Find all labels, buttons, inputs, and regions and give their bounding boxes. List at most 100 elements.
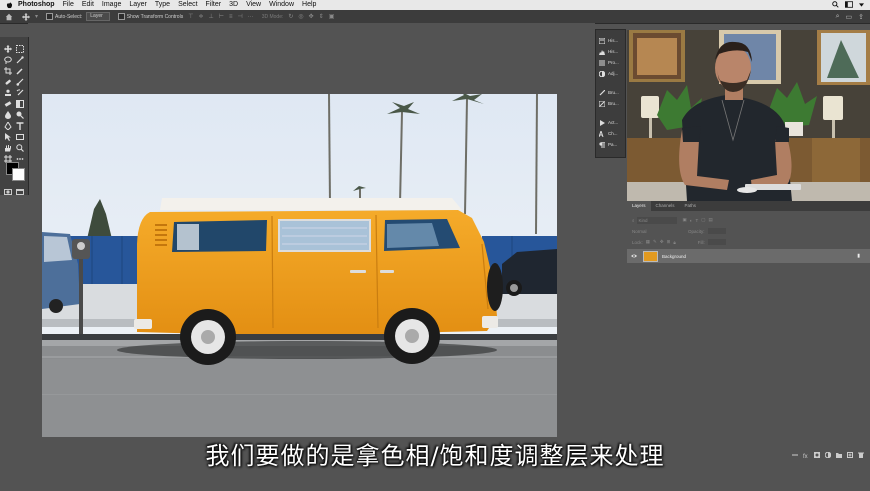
menu-select[interactable]: Select bbox=[178, 0, 197, 10]
dodge-tool-icon[interactable] bbox=[16, 106, 24, 119]
move-tool-icon[interactable] bbox=[4, 40, 12, 53]
more-tools-icon[interactable] bbox=[16, 150, 24, 160]
search-tool-icon[interactable]: ⌕ bbox=[836, 13, 840, 21]
tab-paths[interactable]: Paths bbox=[680, 201, 702, 211]
home-icon[interactable] bbox=[5, 13, 13, 21]
workspace-menu-icon[interactable] bbox=[859, 2, 864, 9]
search-icon[interactable] bbox=[832, 0, 839, 10]
move-tool-icon[interactable] bbox=[22, 12, 30, 21]
layer-kind-dropdown[interactable]: Kind bbox=[636, 216, 677, 224]
history-brush-tool-icon[interactable] bbox=[16, 84, 24, 96]
3d-roll-icon[interactable]: ◎ bbox=[298, 13, 303, 20]
layer-row-background[interactable]: Background ▮ bbox=[627, 249, 870, 263]
workspace-switcher-icon[interactable]: ▭ bbox=[846, 13, 853, 21]
rectangle-tool-icon[interactable] bbox=[16, 128, 24, 140]
healing-brush-tool-icon[interactable] bbox=[4, 73, 12, 85]
tool-preset-chevron-icon[interactable]: ▾ bbox=[35, 13, 38, 20]
brush-settings-icon bbox=[598, 100, 606, 107]
panel-paragraph-button[interactable]: Pa... bbox=[599, 140, 622, 149]
filter-type-icon[interactable]: T bbox=[696, 218, 699, 223]
lock-artboard-icon[interactable]: ⊞ bbox=[667, 239, 671, 245]
workspace-icon[interactable] bbox=[845, 0, 853, 10]
menu-3d[interactable]: 3D bbox=[229, 0, 238, 10]
panel-histogram-button[interactable]: His... bbox=[599, 47, 622, 56]
align-top-icon[interactable]: ⊤ bbox=[188, 13, 193, 20]
filter-adjustment-icon[interactable]: ◐ bbox=[690, 218, 693, 223]
panel-actions-button[interactable]: Act... bbox=[599, 118, 622, 127]
pen-tool-icon[interactable] bbox=[4, 117, 12, 131]
panel-brush-settings-button[interactable]: Bru... bbox=[598, 99, 622, 108]
menu-view[interactable]: View bbox=[246, 0, 261, 10]
lasso-tool-icon[interactable] bbox=[4, 51, 12, 64]
align-middle-icon[interactable]: ≑ bbox=[198, 13, 203, 20]
menu-layer[interactable]: Layer bbox=[129, 0, 147, 10]
menu-image[interactable]: Image bbox=[102, 0, 121, 10]
histogram-icon bbox=[599, 49, 605, 55]
align-bottom-icon[interactable]: ⊥ bbox=[208, 13, 213, 20]
tab-layers[interactable]: Layers bbox=[627, 201, 651, 211]
panel-history-button[interactable]: His... bbox=[598, 36, 622, 45]
3d-slide-icon[interactable]: ⇕ bbox=[319, 13, 324, 20]
align-center-icon[interactable]: ≡ bbox=[229, 14, 233, 20]
filter-pixel-icon[interactable]: ▣ bbox=[683, 217, 687, 223]
eyedropper-tool-icon[interactable] bbox=[16, 62, 24, 75]
tools-panel bbox=[0, 37, 29, 195]
filter-smart-object-icon[interactable]: ▤ bbox=[709, 217, 713, 223]
panel-adjustments-button[interactable]: Adj... bbox=[598, 69, 622, 78]
artboard-tool-icon[interactable] bbox=[4, 150, 12, 163]
panel-properties-button[interactable]: Pro... bbox=[599, 58, 622, 67]
visibility-eye-icon[interactable] bbox=[627, 254, 641, 259]
adjustments-icon bbox=[598, 70, 606, 77]
lock-image-icon[interactable]: ✎ bbox=[653, 239, 657, 245]
history-icon bbox=[598, 37, 606, 44]
menu-edit[interactable]: Edit bbox=[82, 0, 94, 10]
3d-drag-icon[interactable]: ✥ bbox=[309, 13, 314, 20]
panel-histogram-label: His... bbox=[608, 49, 619, 54]
lock-all-icon[interactable]: 🔒︎ bbox=[673, 240, 675, 245]
type-tool-icon[interactable] bbox=[16, 117, 24, 130]
panel-brushes-button[interactable]: Bru... bbox=[599, 88, 622, 97]
blend-mode-dropdown[interactable]: Normal bbox=[632, 228, 682, 235]
crop-tool-icon[interactable] bbox=[4, 62, 12, 75]
zoom-tool-icon[interactable] bbox=[16, 139, 24, 152]
3d-rotate-icon[interactable]: ↻ bbox=[288, 13, 293, 20]
menu-window[interactable]: Window bbox=[269, 0, 294, 10]
align-right-icon[interactable]: ⊣ bbox=[237, 13, 242, 20]
path-selection-tool-icon[interactable] bbox=[4, 128, 12, 141]
menu-help[interactable]: Help bbox=[302, 0, 316, 10]
more-options-icon[interactable]: ··· bbox=[248, 14, 254, 20]
menu-type[interactable]: Type bbox=[155, 0, 170, 10]
clone-stamp-tool-icon[interactable] bbox=[4, 84, 12, 96]
panel-character-button[interactable]: Ch... bbox=[598, 128, 622, 138]
quick-mask-icon[interactable] bbox=[4, 183, 12, 195]
3d-scale-icon[interactable]: ▣ bbox=[329, 13, 335, 20]
auto-select-checkbox[interactable] bbox=[46, 13, 54, 20]
opacity-field[interactable] bbox=[707, 228, 726, 234]
screen-mode-icon[interactable] bbox=[16, 183, 24, 195]
apple-icon[interactable] bbox=[6, 2, 13, 9]
brush-tool-icon[interactable] bbox=[16, 73, 24, 86]
show-transform-checkbox[interactable] bbox=[117, 13, 125, 20]
menu-app[interactable]: Photoshop bbox=[18, 0, 55, 10]
filter-shape-icon[interactable]: ▢ bbox=[701, 217, 705, 223]
lock-transparent-icon[interactable]: ▦ bbox=[646, 239, 650, 245]
background-color-swatch[interactable] bbox=[12, 168, 25, 181]
eraser-tool-icon[interactable] bbox=[4, 95, 12, 107]
layer-name[interactable]: Background bbox=[662, 254, 686, 259]
lock-position-icon[interactable]: ✥ bbox=[660, 239, 664, 245]
panel-brushes-label: Bru... bbox=[608, 90, 619, 95]
share-icon[interactable]: ⇪ bbox=[858, 13, 864, 21]
align-left-icon[interactable]: ⊢ bbox=[219, 13, 224, 20]
hand-tool-icon[interactable] bbox=[4, 139, 12, 152]
auto-select-dropdown[interactable]: Layer bbox=[86, 12, 110, 21]
show-transform-label: Show Transform Controls bbox=[126, 13, 184, 20]
tab-channels[interactable]: Channels bbox=[651, 201, 680, 211]
blur-tool-icon[interactable] bbox=[4, 106, 12, 119]
menu-file[interactable]: File bbox=[63, 0, 74, 10]
gradient-tool-icon[interactable] bbox=[16, 95, 24, 108]
document-image[interactable] bbox=[42, 94, 557, 437]
magic-wand-tool-icon[interactable] bbox=[16, 51, 24, 64]
menu-filter[interactable]: Filter bbox=[206, 0, 222, 10]
fill-field[interactable] bbox=[707, 239, 726, 245]
marquee-tool-icon[interactable] bbox=[16, 40, 24, 53]
